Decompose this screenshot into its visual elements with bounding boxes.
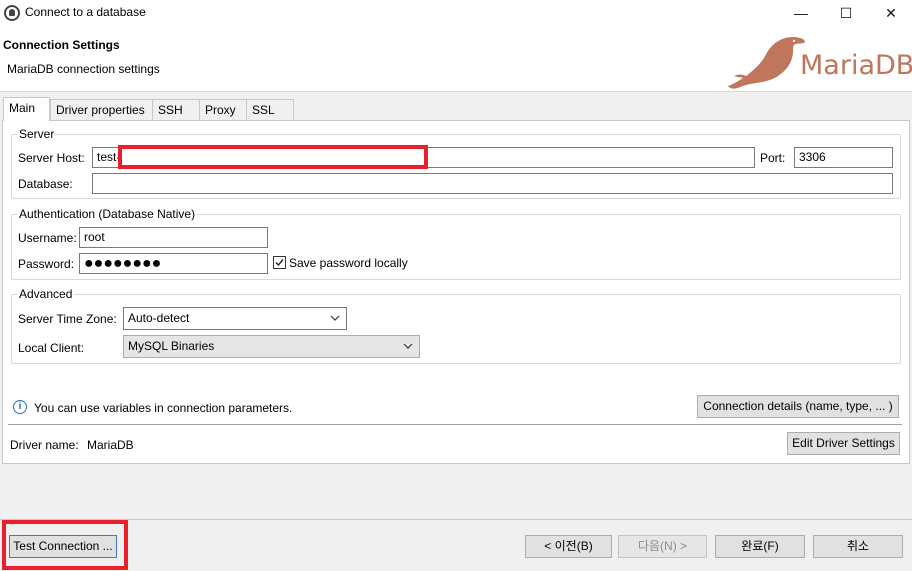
save-password-label[interactable]: Save password locally (289, 256, 408, 270)
finish-button[interactable]: 완료(F) (715, 535, 805, 558)
page-subtitle: MariaDB connection settings (7, 62, 160, 76)
chevron-down-icon (403, 343, 413, 349)
variables-info-text: You can use variables in connection para… (34, 401, 293, 415)
timezone-label: Server Time Zone: (18, 312, 117, 326)
app-icon (4, 5, 20, 21)
mariadb-seal-logo-icon (728, 36, 805, 89)
mariadb-logo-text: MariaDB (800, 50, 912, 81)
separator (8, 424, 902, 425)
title-bar: Connect to a database — ☐ ✕ (0, 0, 912, 26)
server-host-value: test- (97, 150, 121, 164)
tab-driver-properties[interactable]: Driver properties (50, 99, 153, 120)
timezone-value: Auto-detect (128, 311, 190, 325)
local-client-select[interactable]: MySQL Binaries (123, 335, 420, 358)
save-password-checkbox[interactable] (273, 256, 286, 269)
driver-name-label: Driver name: (10, 438, 79, 452)
connection-details-button[interactable]: Connection details (name, type, ... ) (697, 395, 899, 418)
tab-ssh[interactable]: SSH (152, 99, 200, 120)
username-value: root (84, 230, 105, 244)
authentication-group-label: Authentication (Database Native) (17, 207, 198, 221)
database-input[interactable] (92, 173, 893, 194)
back-button[interactable]: < 이전(B) (525, 535, 612, 558)
username-input[interactable]: root (79, 227, 268, 248)
footer-separator (0, 519, 912, 520)
password-value: ●●●●●●●● (84, 255, 162, 272)
server-host-label: Server Host: (18, 151, 85, 165)
tab-ssl[interactable]: SSL (246, 99, 294, 120)
port-input[interactable]: 3306 (794, 147, 893, 168)
window-title: Connect to a database (25, 5, 146, 19)
redacted-highlight-box (118, 145, 428, 169)
database-label: Database: (18, 177, 73, 191)
edit-driver-settings-button[interactable]: Edit Driver Settings (787, 432, 900, 455)
local-client-value: MySQL Binaries (128, 339, 215, 353)
driver-name-value: MariaDB (87, 438, 134, 452)
test-connection-button[interactable]: Test Connection ... (9, 535, 117, 558)
port-value: 3306 (799, 150, 826, 164)
info-icon: i (13, 400, 27, 414)
page-title: Connection Settings (3, 38, 120, 52)
tab-main[interactable]: Main (3, 97, 50, 121)
local-client-label: Local Client: (18, 341, 85, 355)
tab-proxy[interactable]: Proxy (199, 99, 247, 120)
timezone-select[interactable]: Auto-detect (123, 307, 347, 330)
dialog-header: Connection Settings MariaDB connection s… (0, 26, 912, 92)
password-label: Password: (18, 257, 75, 271)
chevron-down-icon (330, 315, 340, 321)
cancel-button[interactable]: 취소 (813, 535, 903, 558)
password-input[interactable]: ●●●●●●●● (79, 253, 268, 274)
checkmark-icon (275, 259, 284, 267)
server-group-label: Server (17, 127, 57, 141)
close-button[interactable]: ✕ (868, 0, 912, 26)
maximize-button[interactable]: ☐ (823, 0, 869, 26)
advanced-group-label: Advanced (17, 287, 75, 301)
next-button[interactable]: 다음(N) > (618, 535, 707, 558)
minimize-button[interactable]: — (778, 0, 824, 26)
username-label: Username: (18, 231, 77, 245)
port-label: Port: (760, 151, 786, 165)
